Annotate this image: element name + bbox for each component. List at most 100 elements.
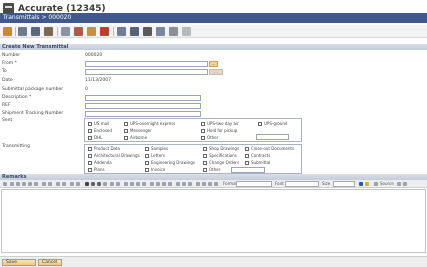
transmitting-option[interactable]: Engineering Drawings [145,160,195,165]
paste-word-icon[interactable] [34,182,38,186]
checkbox[interactable] [124,136,128,140]
sent-option[interactable]: US mail [88,121,109,126]
transmitting-option[interactable]: Plans [88,167,105,172]
checkbox[interactable] [88,147,92,151]
sent-option[interactable]: UPS-two day air [201,121,239,126]
paste-icon[interactable] [22,182,26,186]
sent-option[interactable]: UPS-ground [258,121,287,126]
checkbox[interactable] [124,129,128,133]
checkbox[interactable] [145,161,149,165]
maximize-icon[interactable] [397,182,401,186]
italic-icon[interactable] [91,182,95,186]
source-label[interactable]: Source [380,181,394,187]
outdent-icon[interactable] [136,182,140,186]
align-right-icon[interactable] [162,182,166,186]
paste-text-icon[interactable] [28,182,32,186]
checkbox[interactable] [258,122,262,126]
horizontal-rule-icon[interactable] [208,182,212,186]
special-char-icon[interactable] [214,182,218,186]
align-left-icon[interactable] [150,182,154,186]
sent-option[interactable]: Messenger [124,128,152,133]
print-icon[interactable] [143,27,152,36]
bold-icon[interactable] [85,182,89,186]
transmitting-option[interactable]: Contracts [245,153,270,158]
show-blocks-icon[interactable] [403,182,407,186]
background-color-icon[interactable] [365,182,369,186]
table-icon[interactable] [202,182,206,186]
copy-icon[interactable] [18,27,27,36]
sent-option[interactable]: UPS-overnight express [124,121,175,126]
to-lookup-button[interactable]: ... [209,69,223,75]
source-view-icon[interactable] [3,182,7,186]
bulleted-list-icon[interactable] [130,182,134,186]
transmitting-other-field[interactable] [231,167,265,173]
checkbox[interactable] [203,168,207,172]
edit-icon[interactable] [87,27,96,36]
checkbox[interactable] [88,122,92,126]
transmitting-option[interactable]: Other [203,167,220,172]
sent-other-field[interactable] [256,134,289,140]
find-icon[interactable] [56,182,60,186]
send-icon[interactable] [130,27,139,36]
sent-option[interactable]: DHL [88,135,102,140]
sent-option[interactable]: Enclosed [88,128,112,133]
save-button[interactable]: Save [2,259,36,266]
anchor-icon[interactable] [188,182,192,186]
to-field[interactable] [85,69,208,75]
sent-option[interactable]: Airborne [124,135,147,140]
checkbox[interactable] [201,129,205,133]
transmitting-option[interactable]: Product Data [88,146,120,151]
export-icon[interactable] [156,27,165,36]
checkbox[interactable] [88,168,92,172]
font-dropdown[interactable] [285,181,319,187]
transmitting-option[interactable]: Specifications [203,153,237,158]
redo-icon[interactable] [48,182,52,186]
format-dropdown[interactable] [236,181,272,187]
remove-format-icon[interactable] [76,182,80,186]
checkbox[interactable] [124,122,128,126]
transmitting-option[interactable]: Samples [145,146,168,151]
transmitting-option[interactable]: Letters [145,153,165,158]
image-icon[interactable] [196,182,200,186]
forward-icon[interactable] [117,27,126,36]
attach-icon[interactable] [44,27,53,36]
checkbox[interactable] [88,161,92,165]
sent-option[interactable]: Other [201,135,218,140]
ref-field[interactable] [85,103,201,109]
checkbox[interactable] [145,147,149,151]
transmitting-option[interactable]: Change Orders [203,160,239,165]
cancel-button[interactable]: Cancel [38,259,62,266]
search-icon[interactable] [61,27,70,36]
numbered-list-icon[interactable] [124,182,128,186]
copy-icon[interactable] [16,182,20,186]
transmitting-option[interactable]: Addenda [88,160,112,165]
transmitting-option[interactable]: Close-out Documents [245,146,294,151]
checkbox[interactable] [245,147,249,151]
from-lookup-button[interactable]: ... [209,61,218,67]
tracking-number-field[interactable] [85,111,201,117]
checkbox[interactable] [88,154,92,158]
description-field[interactable] [85,95,201,101]
source-icon[interactable] [374,182,378,186]
note-icon[interactable] [182,27,191,36]
subscript-icon[interactable] [110,182,114,186]
align-center-icon[interactable] [156,182,160,186]
transmitting-option[interactable]: Invoice [145,167,165,172]
checkbox[interactable] [245,154,249,158]
transmitting-option[interactable]: Submittal [245,160,270,165]
cut-icon[interactable] [10,182,14,186]
strikethrough-icon[interactable] [103,182,107,186]
unlink-icon[interactable] [182,182,186,186]
size-dropdown[interactable] [333,181,355,187]
checkbox[interactable] [201,122,205,126]
justify-icon[interactable] [168,182,172,186]
checkbox[interactable] [145,168,149,172]
checkbox[interactable] [88,136,92,140]
replace-icon[interactable] [62,182,66,186]
new-icon[interactable] [3,27,12,36]
underline-icon[interactable] [97,182,101,186]
checkbox[interactable] [88,129,92,133]
people-icon[interactable] [74,27,83,36]
link-icon[interactable] [176,182,180,186]
checkbox[interactable] [203,161,207,165]
